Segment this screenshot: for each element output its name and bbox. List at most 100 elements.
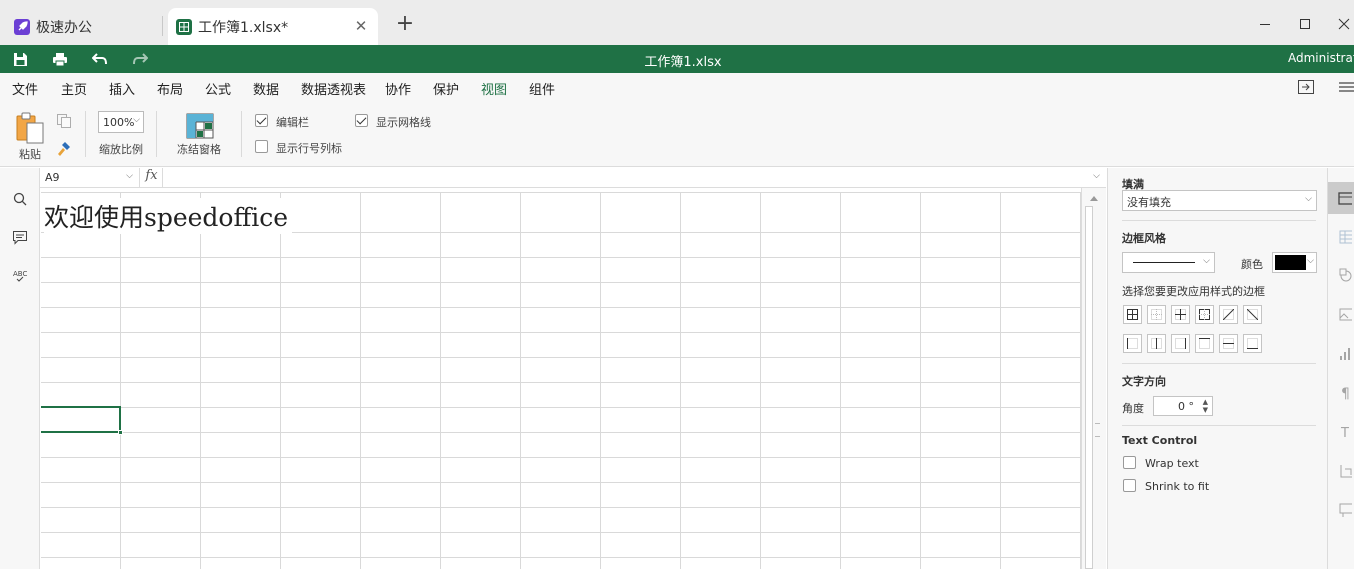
menu-layout[interactable]: 布局 [157, 79, 183, 98]
gridline-vertical [120, 193, 121, 569]
gridlines-checkbox[interactable] [355, 114, 368, 127]
scroll-thumb[interactable] [1085, 206, 1093, 569]
scroll-up-arrow[interactable] [1090, 196, 1098, 201]
tab-jisu-office[interactable]: 极速办公 [6, 8, 162, 45]
inner-horizontal-border-button[interactable] [1219, 334, 1238, 353]
border-color-picker[interactable]: ⌵ [1272, 252, 1317, 273]
open-location-icon[interactable] [1297, 79, 1315, 95]
panel-splitter[interactable] [1095, 423, 1100, 437]
paragraph-settings-icon[interactable]: ¶ [1332, 384, 1352, 402]
insert-function-button[interactable]: fx [141, 168, 163, 188]
shape-settings-icon[interactable] [1332, 267, 1352, 285]
zoom-label: 缩放比例 [99, 143, 143, 156]
right-border-button[interactable] [1171, 334, 1190, 353]
menu-file[interactable]: 文件 [12, 79, 38, 98]
spin-up-icon[interactable]: ▲ [1203, 398, 1208, 406]
comment-icon[interactable] [11, 228, 29, 246]
inner-borders-button[interactable] [1171, 305, 1190, 324]
spin-down-icon[interactable]: ▼ [1203, 406, 1208, 414]
left-rail: ABC [0, 168, 40, 569]
menu-home[interactable]: 主页 [61, 79, 87, 98]
menu-insert[interactable]: 插入 [109, 79, 135, 98]
freeze-panes-icon[interactable] [186, 113, 214, 139]
menu-view[interactable]: 视图 [481, 79, 508, 103]
fill-value: 没有填充 [1127, 196, 1171, 209]
formula-input[interactable] [165, 168, 1085, 188]
gridline-horizontal [41, 332, 1081, 333]
maximize-button[interactable] [1293, 12, 1317, 36]
hamburger-menu-icon[interactable] [1338, 79, 1354, 95]
menu-protect[interactable]: 保护 [433, 79, 459, 98]
pivot-settings-icon[interactable] [1332, 462, 1353, 480]
inner-vertical-border-button[interactable] [1147, 334, 1166, 353]
search-icon[interactable] [11, 190, 29, 208]
format-painter-icon[interactable] [56, 141, 72, 157]
gridline-horizontal [41, 282, 1081, 283]
user-name[interactable]: Administrator [1288, 51, 1354, 65]
new-tab-button[interactable]: + [394, 13, 416, 35]
chevron-down-icon: ⌵ [1307, 256, 1314, 266]
top-border-button[interactable] [1195, 334, 1214, 353]
gridline-horizontal [41, 407, 1081, 408]
bottom-border-button[interactable] [1243, 334, 1262, 353]
selected-cell-a9[interactable] [41, 406, 123, 435]
menu-bar: 文件 主页 插入 布局 公式 数据 数据透视表 协作 保护 视图 组件 [0, 73, 1354, 103]
tab-workbook[interactable]: 工作簿1.xlsx* ✕ [168, 8, 378, 45]
angle-input[interactable]: 0 ° ▲ ▼ [1153, 396, 1213, 416]
shrink-to-fit-checkbox[interactable] [1123, 479, 1136, 492]
spreadsheet-grid[interactable]: 欢迎使用speedoffice [41, 193, 1081, 569]
all-borders-button[interactable] [1123, 305, 1142, 324]
menu-plugins[interactable]: 组件 [529, 79, 555, 98]
ribbon-separator [85, 111, 86, 157]
gridline-horizontal [41, 507, 1081, 508]
no-borders-button[interactable] [1147, 305, 1166, 324]
zoom-value: 100% [103, 116, 135, 129]
menu-data[interactable]: 数据 [253, 79, 279, 98]
fill-handle[interactable] [118, 430, 123, 435]
wrap-text-checkbox[interactable] [1123, 456, 1136, 469]
table-settings-icon[interactable] [1332, 228, 1354, 246]
cell-settings-icon[interactable] [1332, 190, 1354, 208]
headings-checkbox[interactable] [255, 140, 268, 153]
title-bar: 工作簿1.xlsx Administrator [0, 45, 1354, 73]
left-border-button[interactable] [1123, 334, 1142, 353]
gridline-vertical [680, 193, 681, 569]
paste-icon[interactable] [14, 111, 46, 145]
close-tab-button[interactable]: ✕ [352, 17, 370, 35]
cell-settings-panel: 填满 没有填充 ⌵ 边框风格 ⌵ 颜色 ⌵ 选择您要更改应用样式的边框 文字方向… [1107, 168, 1327, 569]
image-settings-icon[interactable] [1332, 306, 1354, 324]
name-box[interactable]: A9 ⌵ [40, 168, 140, 188]
gridline-horizontal [41, 307, 1081, 308]
copy-icon[interactable] [56, 113, 72, 129]
close-window-button[interactable] [1332, 12, 1354, 36]
vertical-scrollbar[interactable] [1081, 188, 1106, 569]
shrink-to-fit-label: Shrink to fit [1145, 480, 1210, 493]
menu-collaborate[interactable]: 协作 [385, 79, 411, 98]
formula-bar-checkbox[interactable] [255, 114, 268, 127]
gridline-vertical [440, 193, 441, 569]
minimize-button[interactable] [1253, 12, 1277, 36]
outer-borders-button[interactable] [1195, 305, 1214, 324]
zoom-select[interactable]: 100% ⌵ [98, 111, 144, 133]
text-art-icon[interactable]: T [1332, 423, 1352, 441]
cell-a1[interactable]: 欢迎使用speedoffice [44, 198, 293, 234]
chart-settings-icon[interactable] [1332, 345, 1352, 363]
menu-pivot-table[interactable]: 数据透视表 [301, 79, 366, 98]
formula-bar: A9 ⌵ fx ⌵ [40, 168, 1106, 188]
wrap-text-label: Wrap text [1145, 457, 1199, 470]
diagonal-up-border-button[interactable] [1219, 305, 1238, 324]
gridline-horizontal [41, 482, 1081, 483]
svg-text:ABC: ABC [13, 270, 27, 278]
spellcheck-icon[interactable]: ABC [11, 267, 29, 285]
document-title: 工作簿1.xlsx [644, 55, 722, 70]
signature-settings-icon[interactable] [1332, 501, 1354, 519]
expand-formula-icon[interactable]: ⌵ [1093, 171, 1100, 181]
menu-formula[interactable]: 公式 [205, 79, 231, 98]
border-style-select[interactable]: ⌵ [1122, 252, 1215, 273]
diagonal-down-border-button[interactable] [1243, 305, 1262, 324]
angle-value: 0 ° [1178, 400, 1194, 413]
line-style-preview [1133, 262, 1195, 263]
divider [1122, 425, 1316, 426]
fill-select[interactable]: 没有填充 ⌵ [1122, 190, 1317, 211]
gridline-vertical [280, 193, 281, 569]
